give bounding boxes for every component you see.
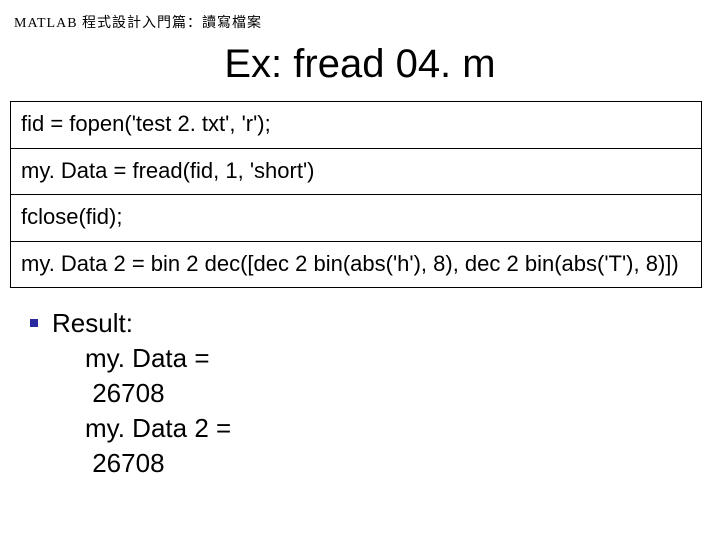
table-row: fclose(fid);: [11, 195, 702, 242]
result-line-1: my. Data =: [30, 341, 720, 376]
result-value-2: 26708: [30, 446, 720, 481]
table-row: fid = fopen('test 2. txt', 'r');: [11, 102, 702, 149]
result-label: Result:: [52, 306, 133, 341]
bullet-icon: [30, 319, 38, 327]
result-line-2: my. Data 2 =: [30, 411, 720, 446]
result-heading: Result:: [30, 306, 720, 341]
code-cell-2: my. Data = fread(fid, 1, 'short'): [11, 148, 702, 195]
header-caption: MATLAB 程式設計入門篇：讀寫檔案: [0, 12, 720, 32]
code-cell-1: fid = fopen('test 2. txt', 'r');: [11, 102, 702, 149]
slide: MATLAB 程式設計入門篇：讀寫檔案 Ex: fread 04. m fid …: [0, 0, 720, 540]
code-cell-3: fclose(fid);: [11, 195, 702, 242]
result-block: Result: my. Data = 26708 my. Data 2 = 26…: [0, 306, 720, 481]
code-cell-4: my. Data 2 = bin 2 dec([dec 2 bin(abs('h…: [11, 241, 702, 288]
result-value-1: 26708: [30, 376, 720, 411]
slide-title: Ex: fread 04. m: [0, 42, 720, 87]
code-table: fid = fopen('test 2. txt', 'r'); my. Dat…: [10, 101, 702, 288]
table-row: my. Data = fread(fid, 1, 'short'): [11, 148, 702, 195]
table-row: my. Data 2 = bin 2 dec([dec 2 bin(abs('h…: [11, 241, 702, 288]
